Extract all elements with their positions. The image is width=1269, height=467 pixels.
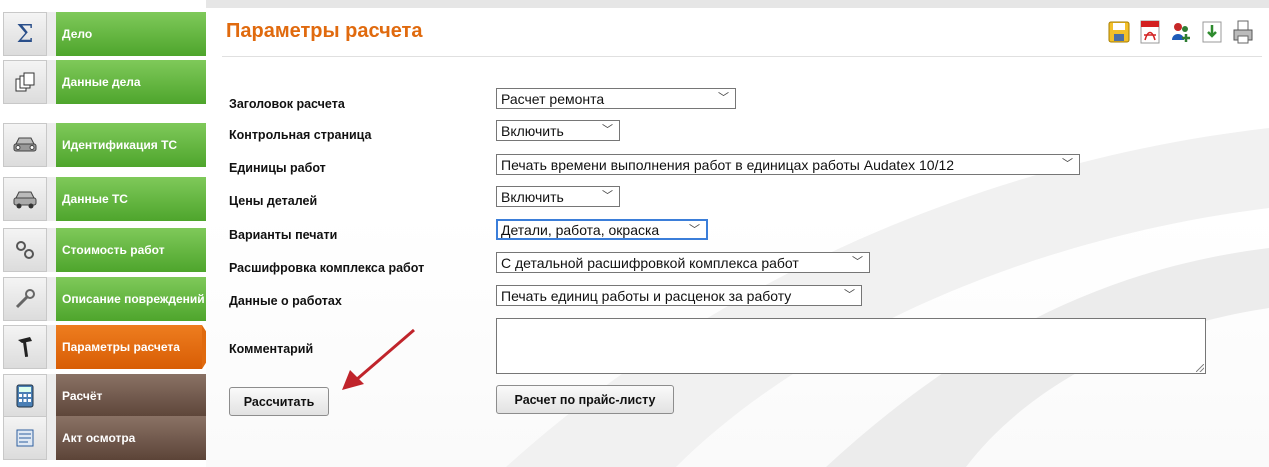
select-control-page[interactable]: Включить ﹀ xyxy=(496,120,620,141)
label-comment: Комментарий xyxy=(229,342,314,356)
select-print-variants[interactable]: Детали, работа, окраска ﹀ xyxy=(496,219,708,240)
nav-separator xyxy=(47,12,56,56)
title-divider xyxy=(222,56,1262,57)
chevron-down-icon: ﹀ xyxy=(689,224,700,236)
sidebar-item-label: Параметры расчета xyxy=(56,325,202,369)
background-swoosh xyxy=(506,128,1269,467)
sidebar-item-label: Дело xyxy=(56,12,206,56)
nav-separator xyxy=(47,228,56,272)
sidebar-item-label: Идентификация ТС xyxy=(56,123,206,167)
sidebar-item-label: Описание повреждений xyxy=(56,277,206,321)
top-gray-strip xyxy=(206,0,1269,8)
select-value: Печать единиц работы и расценок за работ… xyxy=(501,288,792,304)
nav-separator xyxy=(47,416,56,460)
sidebar-item-calc-params[interactable]: Параметры расчета xyxy=(0,325,216,369)
select-value: С детальной расшифровкой комплекса работ xyxy=(501,255,799,271)
sidebar-item-calculation[interactable]: Расчёт xyxy=(0,374,206,418)
label-work-units: Единицы работ xyxy=(229,161,326,175)
select-value: Детали, работа, окраска xyxy=(501,222,660,238)
chevron-down-icon: ﹀ xyxy=(602,124,613,136)
calculate-button[interactable]: Рассчитать xyxy=(229,387,329,416)
comment-textarea[interactable] xyxy=(496,318,1206,374)
report-icon xyxy=(3,416,47,460)
sidebar: Σ Дело Данные дела Идентификация ТС Данн… xyxy=(0,12,216,467)
chevron-down-icon: ﹀ xyxy=(718,92,729,104)
nav-separator xyxy=(47,277,56,321)
wrench-icon xyxy=(3,277,47,321)
select-part-prices[interactable]: Включить ﹀ xyxy=(496,186,620,207)
select-work-complex-breakdown[interactable]: С детальной расшифровкой комплекса работ… xyxy=(496,252,870,273)
sidebar-item-case-data[interactable]: Данные дела xyxy=(0,60,206,104)
sidebar-item-damage-description[interactable]: Описание повреждений xyxy=(0,277,206,321)
page-title: Параметры расчета xyxy=(226,20,423,42)
chevron-down-icon: ﹀ xyxy=(852,256,863,268)
calculator-icon xyxy=(3,374,47,418)
price-list-calc-button[interactable]: Расчет по прайс-листу xyxy=(496,385,674,414)
sidebar-item-label: Расчёт xyxy=(56,374,206,418)
label-calc-header: Заголовок расчета xyxy=(229,97,345,111)
main-panel: Параметры расчета Заголовок расчета Расч… xyxy=(206,8,1269,467)
add-users-icon[interactable] xyxy=(1168,18,1193,46)
chevron-down-icon: ﹀ xyxy=(1062,158,1073,170)
sidebar-item-inspection-report[interactable]: Акт осмотра xyxy=(0,416,206,460)
pdf-icon[interactable] xyxy=(1137,18,1162,46)
sidebar-item-case[interactable]: Σ Дело xyxy=(0,12,206,56)
sidebar-item-label: Акт осмотра xyxy=(56,416,206,460)
sidebar-item-label: Данные дела xyxy=(56,60,206,104)
chevron-down-icon: ﹀ xyxy=(844,289,855,301)
label-print-variants: Варианты печати xyxy=(229,228,338,242)
nav-separator xyxy=(47,374,56,418)
sidebar-item-vehicle-data[interactable]: Данные ТС xyxy=(0,177,206,221)
import-icon[interactable] xyxy=(1199,18,1224,46)
select-value: Расчет ремонта xyxy=(501,91,605,107)
print-icon[interactable] xyxy=(1230,18,1255,46)
nav-separator xyxy=(47,123,56,167)
nav-separator xyxy=(47,177,56,221)
car-icon xyxy=(3,177,47,221)
sigma-icon: Σ xyxy=(3,12,47,56)
label-part-prices: Цены деталей xyxy=(229,194,318,208)
select-work-data[interactable]: Печать единиц работы и расценок за работ… xyxy=(496,285,862,306)
select-calc-header[interactable]: Расчет ремонта ﹀ xyxy=(496,88,736,109)
sidebar-item-vehicle-id[interactable]: Идентификация ТС xyxy=(0,123,206,167)
label-control-page: Контрольная страница xyxy=(229,128,372,142)
hammer-icon xyxy=(3,325,47,369)
select-work-units[interactable]: Печать времени выполнения работ в единиц… xyxy=(496,154,1080,175)
documents-icon xyxy=(3,60,47,104)
nav-separator xyxy=(47,325,56,369)
sidebar-item-labor-cost[interactable]: Стоимость работ xyxy=(0,228,206,272)
resize-grip-icon[interactable] xyxy=(1196,364,1204,372)
annotation-arrow xyxy=(342,328,415,390)
select-value: Включить xyxy=(501,189,564,205)
sidebar-item-label: Данные ТС xyxy=(56,177,206,221)
toolbar xyxy=(1106,18,1255,46)
sidebar-item-label: Стоимость работ xyxy=(56,228,206,272)
nav-separator xyxy=(47,60,56,104)
car-front-icon xyxy=(3,123,47,167)
select-value: Печать времени выполнения работ в единиц… xyxy=(501,157,955,173)
chevron-down-icon: ﹀ xyxy=(602,190,613,202)
label-work-data: Данные о работах xyxy=(229,294,342,308)
save-icon[interactable] xyxy=(1106,18,1131,46)
label-work-complex-breakdown: Расшифровка комплекса работ xyxy=(229,261,425,275)
select-value: Включить xyxy=(501,123,564,139)
gears-icon xyxy=(3,228,47,272)
